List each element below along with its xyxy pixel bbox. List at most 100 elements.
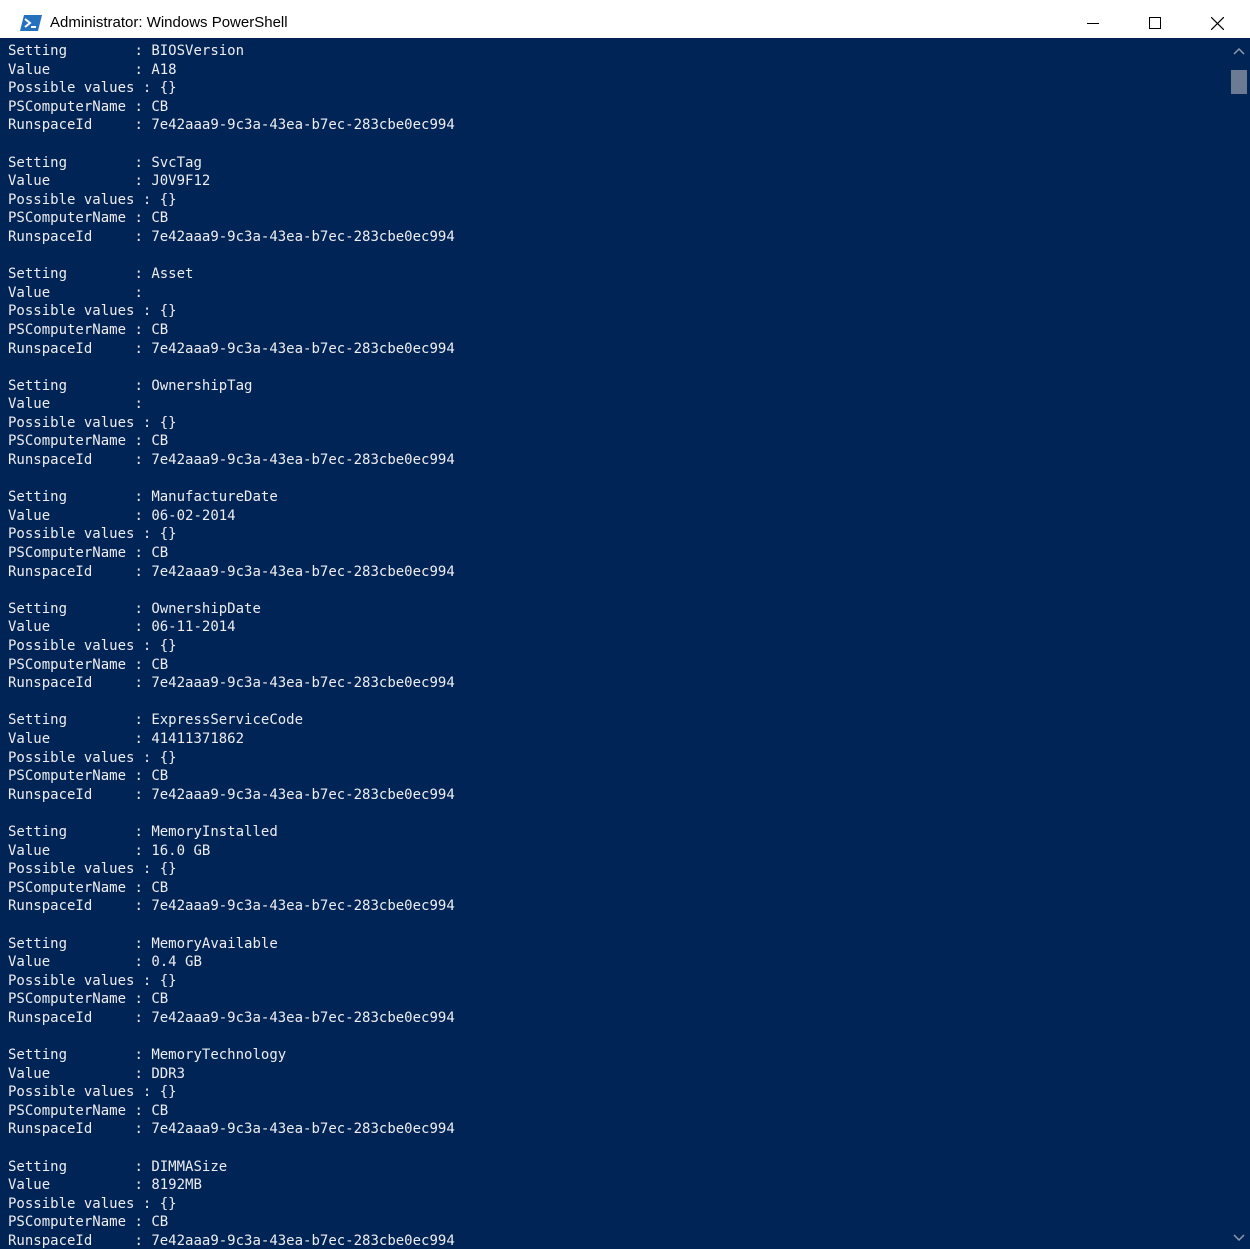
field-separator: : — [126, 823, 152, 840]
field-label: Value — [8, 730, 127, 747]
close-button[interactable] — [1186, 8, 1248, 38]
field-label: PSComputerName — [8, 656, 127, 673]
console-output[interactable]: Setting : BIOSVersion Value : A18 Possible… — [0, 38, 1228, 1249]
field-label: PSComputerName — [8, 1102, 127, 1119]
field-value: 7e42aaa9-9c3a-43ea-b7ec-283cbe0ec994 — [151, 117, 455, 134]
minimize-button[interactable] — [1062, 8, 1124, 38]
output-line-computer: PSComputerName : CB — [8, 990, 1228, 1009]
field-value: CB — [151, 98, 169, 115]
field-value: CB — [151, 1214, 169, 1231]
field-label: Setting — [8, 43, 127, 59]
output-line-setting: Setting : MemoryAvailable — [8, 935, 1228, 954]
field-label: Possible values — [8, 861, 135, 878]
field-value: MemoryAvailable — [151, 935, 278, 952]
field-label: PSComputerName — [8, 210, 127, 227]
field-value: 7e42aaa9-9c3a-43ea-b7ec-283cbe0ec994 — [151, 340, 455, 357]
output-line-runspace: RunspaceId : 7e42aaa9-9c3a-43ea-b7ec-283… — [8, 451, 1228, 470]
scrollbar-thumb[interactable] — [1231, 70, 1247, 94]
scroll-up-arrow-icon[interactable] — [1233, 46, 1245, 56]
field-separator: : — [126, 1121, 152, 1138]
field-separator: : — [126, 656, 152, 673]
output-line-setting: Setting : OwnershipDate — [8, 600, 1228, 619]
output-record: Setting : DIMMASize Value : 8192MB Possibl… — [8, 1158, 1228, 1249]
field-label: PSComputerName — [8, 768, 127, 785]
output-line-setting: Setting : ExpressServiceCode — [8, 711, 1228, 730]
field-label: Possible values — [8, 972, 135, 989]
field-value: {} — [159, 414, 177, 431]
output-line-possible: Possible values : {} — [8, 525, 1228, 544]
output-line-possible: Possible values : {} — [8, 1195, 1228, 1214]
field-label: Possible values — [8, 414, 135, 431]
output-line-possible: Possible values : {} — [8, 191, 1228, 210]
field-value: 8192MB — [151, 1177, 202, 1194]
output-line-runspace: RunspaceId : 7e42aaa9-9c3a-43ea-b7ec-283… — [8, 674, 1228, 693]
field-label: RunspaceId — [8, 340, 127, 357]
output-line-computer: PSComputerName : CB — [8, 1102, 1228, 1121]
output-record: Setting : ManufactureDate Value : 06-02-2… — [8, 488, 1228, 581]
output-line-setting: Setting : DIMMASize — [8, 1158, 1228, 1177]
field-value: DDR3 — [151, 1065, 186, 1082]
field-separator: : — [126, 545, 152, 562]
field-label: RunspaceId — [8, 1009, 127, 1026]
field-label: RunspaceId — [8, 1121, 127, 1138]
output-record: Setting : MemoryInstalled Value : 16.0 GB… — [8, 823, 1228, 916]
field-label: Setting — [8, 935, 127, 952]
field-label: PSComputerName — [8, 1214, 127, 1231]
output-line-setting: Setting : ManufactureDate — [8, 488, 1228, 507]
field-value: DIMMASize — [151, 1158, 228, 1175]
field-label: Setting — [8, 823, 127, 840]
output-line-possible: Possible values : {} — [8, 414, 1228, 433]
field-separator: : — [134, 414, 160, 431]
field-label: RunspaceId — [8, 117, 127, 134]
field-value: CB — [151, 321, 169, 338]
field-value: 7e42aaa9-9c3a-43ea-b7ec-283cbe0ec994 — [151, 228, 455, 245]
field-separator: : — [126, 1233, 152, 1249]
field-value: Asset — [151, 266, 194, 283]
title-bar[interactable]: Administrator: Windows PowerShell — [0, 8, 1250, 38]
field-value: A18 — [151, 61, 177, 78]
field-value: 7e42aaa9-9c3a-43ea-b7ec-283cbe0ec994 — [151, 786, 455, 803]
output-line-computer: PSComputerName : CB — [8, 321, 1228, 340]
minimize-icon — [1087, 23, 1099, 24]
field-separator: : — [134, 972, 160, 989]
powershell-icon — [20, 15, 42, 31]
output-line-value: Value : — [8, 395, 1228, 414]
field-separator: : — [126, 935, 152, 952]
scroll-down-arrow-icon[interactable] — [1233, 1233, 1245, 1243]
field-separator: : — [134, 861, 160, 878]
field-label: Value — [8, 61, 127, 78]
field-label: PSComputerName — [8, 98, 127, 115]
field-separator: : — [126, 991, 152, 1008]
output-line-value: Value : 0.4 GB — [8, 953, 1228, 972]
field-separator: : — [126, 842, 152, 859]
field-separator: : — [126, 730, 152, 747]
field-separator: : — [134, 303, 160, 320]
field-separator: : — [126, 1158, 152, 1175]
field-separator: : — [126, 377, 152, 394]
output-record: Setting : OwnershipDate Value : 06-11-201… — [8, 600, 1228, 693]
output-line-setting: Setting : OwnershipTag — [8, 377, 1228, 396]
field-value: MemoryTechnology — [151, 1047, 287, 1064]
vertical-scrollbar[interactable] — [1228, 38, 1250, 1249]
field-separator: : — [126, 396, 152, 413]
field-label: RunspaceId — [8, 675, 127, 692]
output-record: Setting : MemoryTechnology Value : DDR3 Po… — [8, 1046, 1228, 1139]
maximize-icon — [1149, 17, 1161, 29]
maximize-button[interactable] — [1124, 8, 1186, 38]
output-line-runspace: RunspaceId : 7e42aaa9-9c3a-43ea-b7ec-283… — [8, 563, 1228, 582]
field-separator: : — [134, 1084, 160, 1101]
field-value: CB — [151, 1102, 169, 1119]
field-label: RunspaceId — [8, 228, 127, 245]
field-label: Value — [8, 507, 127, 524]
field-separator: : — [126, 154, 152, 171]
field-label: Setting — [8, 154, 127, 171]
field-value: {} — [159, 638, 177, 654]
field-label: Setting — [8, 1047, 127, 1064]
field-separator: : — [126, 452, 152, 469]
console-lines: Setting : BIOSVersion Value : A18 Possible… — [0, 38, 1228, 1249]
field-label: Setting — [8, 377, 127, 394]
field-value: ExpressServiceCode — [151, 712, 304, 729]
field-separator: : — [126, 321, 152, 338]
output-line-value: Value : 16.0 GB — [8, 842, 1228, 861]
output-line-computer: PSComputerName : CB — [8, 767, 1228, 786]
